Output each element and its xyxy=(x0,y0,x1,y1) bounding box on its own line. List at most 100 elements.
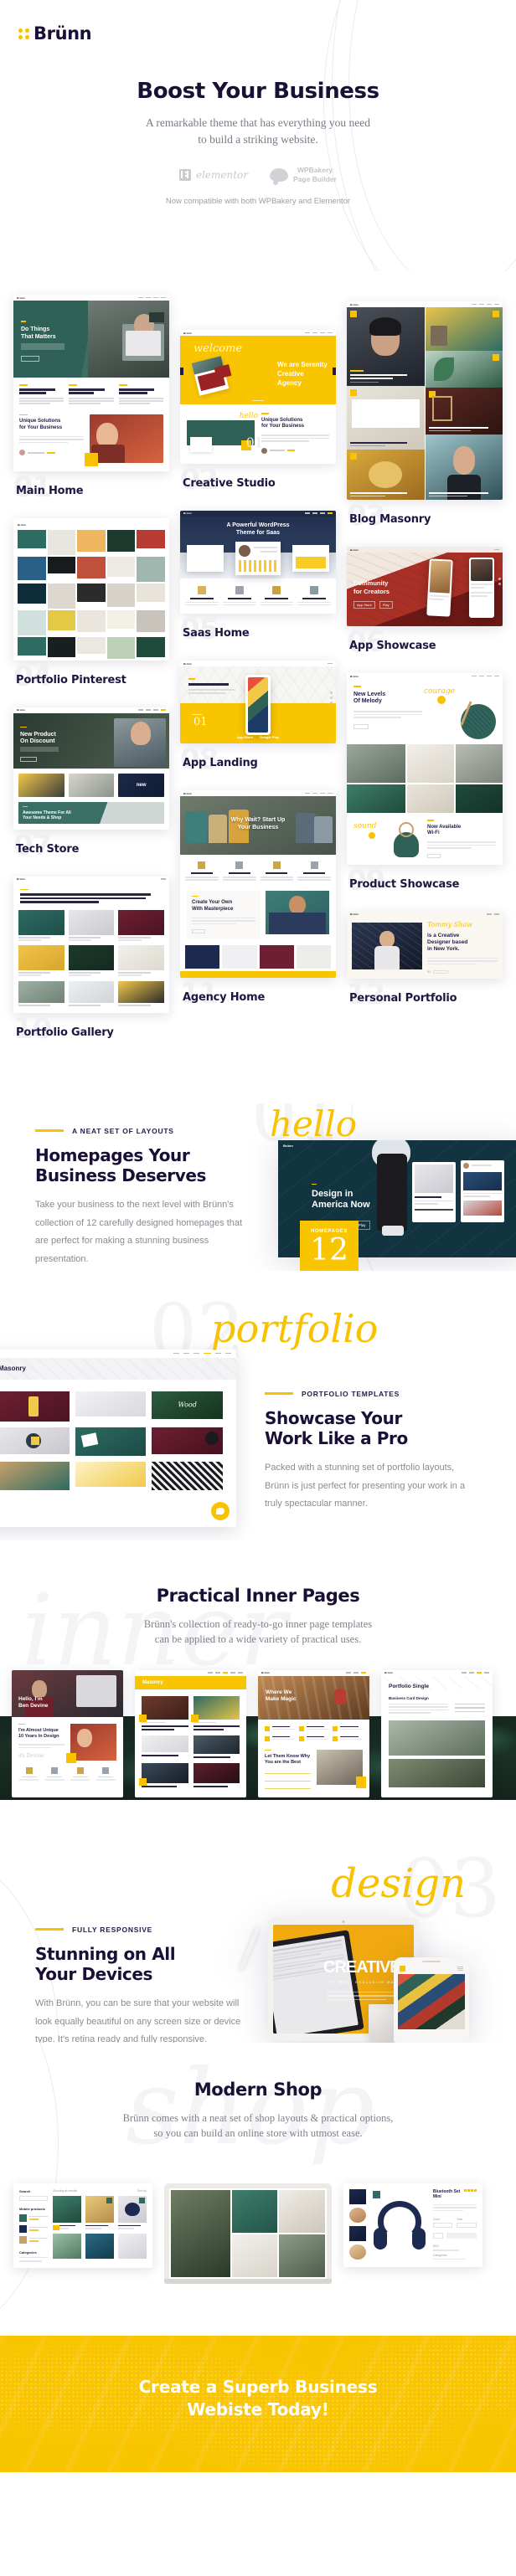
eyebrow-text: A NEAT SET OF LAYOUTS xyxy=(72,1126,174,1135)
demo-thumbnail[interactable]: Brünn xyxy=(13,876,169,1013)
feature-title: Showcase Your Work Like a Pro xyxy=(265,1407,408,1448)
feature-eyebrow: FULLY RESPONSIVE xyxy=(35,1926,253,1934)
demo-thumbnail[interactable]: Brünn New Levels Of Melody courage sound… xyxy=(347,673,503,865)
chat-button[interactable] xyxy=(211,1501,230,1520)
mini-browser-bar xyxy=(135,1669,246,1676)
demo-card[interactable]: Brünn Do Things That Matters Unique Solu… xyxy=(13,295,169,506)
demo-card[interactable]: Brünn xyxy=(347,301,503,535)
brand-logo[interactable]: Brünn xyxy=(18,23,516,44)
badge-value: 12 xyxy=(310,1232,348,1267)
shop-laptop-mockup[interactable] xyxy=(164,2183,332,2284)
homepages-badge: HOMEPAGES 12 xyxy=(300,1220,359,1271)
feature-body: With Brünn, you can be sure that your we… xyxy=(35,1998,241,2043)
phone-mockup[interactable] xyxy=(394,1956,469,2043)
demo-label: Main Home xyxy=(16,484,84,497)
coffee-cup xyxy=(369,2003,397,2043)
demo-label: Tech Store xyxy=(16,842,80,856)
feature-script: hello xyxy=(270,1103,358,1144)
tablet-headline: CREATIVE xyxy=(323,1957,401,1977)
demo-card[interactable]: Brünn A Powerful WordPress Theme for Saa… xyxy=(180,510,336,650)
feature-text-block: FULLY RESPONSIVE Stunning on All Your De… xyxy=(35,1926,253,2043)
mini-browser-bar: Brünn xyxy=(180,510,336,517)
shot-headline: Do Things That Matters xyxy=(21,326,56,340)
feature-eyebrow: A NEAT SET OF LAYOUTS xyxy=(35,1127,245,1135)
demo-thumbnail[interactable]: Brünn xyxy=(347,301,503,500)
demo-label: Product Showcase xyxy=(349,877,460,891)
mini-browser-bar: Brünn xyxy=(381,1669,493,1676)
demo-label: Personal Portfolio xyxy=(349,992,457,1005)
shop-thumbnail[interactable]: Search Mobile products Categories Showin… xyxy=(13,2183,152,2268)
hero: Boost Your Business A remarkable theme t… xyxy=(0,44,516,206)
demo-label: App Landing xyxy=(183,757,258,770)
demo-label: Agency Home xyxy=(183,991,266,1005)
demo-card[interactable]: Brünn Tommy Shaw is a Creative Designer … xyxy=(347,911,503,1015)
demo-card[interactable]: Brünn xyxy=(13,876,169,1048)
demo-thumbnail[interactable]: Brünn Community for Creators App Store P… xyxy=(347,547,503,626)
feature-body: Take your business to the next level wit… xyxy=(35,1200,243,1264)
demo-thumbnail[interactable]: Brünn Why Wait? Start Up Your Business C… xyxy=(180,790,336,979)
demo-thumbnail[interactable]: Brünn New Product On Discount new Awesom… xyxy=(13,707,169,830)
demo-label: Portfolio Pinterest xyxy=(16,673,126,686)
inner-page-thumbnail[interactable]: Masonry xyxy=(135,1669,246,1798)
demo-card[interactable]: Brünn Why Wait? Start Up Your Business C… xyxy=(180,790,336,1013)
compatibility-note: Now compatible with both WPBakery and El… xyxy=(165,197,351,207)
mini-browser-bar: Brünn xyxy=(347,911,503,918)
shop-shots: Search Mobile products Categories Showin… xyxy=(13,2183,482,2284)
eyebrow-rule xyxy=(35,1129,64,1132)
eyebrow-text: FULLY RESPONSIVE xyxy=(72,1925,153,1934)
demo-label: Saas Home xyxy=(183,627,250,640)
feature-title: Homepages Your Business Deserves xyxy=(35,1144,207,1185)
demo-thumbnail[interactable]: Brünn xyxy=(13,517,169,661)
demo-card[interactable]: Brünn New Levels Of Melody courage sound… xyxy=(347,673,503,900)
dots-grid-icon xyxy=(18,28,29,39)
demo-label: Blog Masonry xyxy=(349,513,431,526)
demo-label: App Showcase xyxy=(349,640,436,652)
demo-card[interactable]: Brünn welcome We are Serenity Creative A… xyxy=(180,330,336,499)
feature-index: 03 xyxy=(398,1841,501,1936)
page-builder-badges: elementor WPBakery Page Builder xyxy=(0,166,516,185)
inner-page-thumbnail[interactable]: Brünn Portfolio Single Business Card Des… xyxy=(381,1669,493,1798)
demo-card[interactable]: Brünn 01 App Store Google Play 08 App La… xyxy=(180,661,336,779)
inner-page-thumbnail[interactable]: Brünn Where We Make Magic Let Them Know … xyxy=(258,1669,369,1798)
feature-responsive: 03 design FULLY RESPONSIVE Stunning on A… xyxy=(0,1800,516,2043)
feature-script: portfolio xyxy=(211,1305,379,1351)
elementor-badge: elementor xyxy=(178,168,249,181)
mini-browser-bar: Brünn xyxy=(258,1669,369,1676)
eyebrow-rule xyxy=(35,1928,64,1931)
top-bar: Brünn xyxy=(0,0,516,44)
inner-page-thumbnail[interactable]: Hello, I'm Ben Devine I'm Almost Unique … xyxy=(12,1669,123,1798)
demo-thumbnail[interactable]: Brünn 01 App Store Google Play xyxy=(180,661,336,744)
demo-thumbnail[interactable]: Brünn welcome We are Serenity Creative A… xyxy=(180,330,336,464)
shop-section: shop Modern Shop Brünn comes with a neat… xyxy=(0,2042,516,2336)
elementor-label: elementor xyxy=(195,168,249,181)
demo-thumbnail[interactable]: Brünn A Powerful WordPress Theme for Saa… xyxy=(180,510,336,614)
shop-thumbnail[interactable]: Bluetooth Set Mini Color Size SKU Catego… xyxy=(343,2183,482,2267)
demo-thumbnail[interactable]: Brünn Tommy Shaw is a Creative Designer … xyxy=(347,911,503,979)
wpbakery-icon xyxy=(270,167,289,185)
inner-pages-header: Practical Inner Pages Brünn's collection… xyxy=(0,1540,516,1648)
demos-column-left: Brünn Do Things That Matters Unique Solu… xyxy=(13,295,169,1060)
demo-card[interactable]: Brünn New Product On Discount new Awesom… xyxy=(13,707,169,865)
demo-card[interactable]: Brünn Community for Creators App Store P… xyxy=(347,547,503,661)
brand-name: Brünn xyxy=(34,23,92,44)
cta-banner: Create a Superb Business Webiste Today! xyxy=(0,2335,516,2472)
section-title: Practical Inner Pages xyxy=(156,1585,360,1606)
hero-subtitle: A remarkable theme that has everything y… xyxy=(145,116,371,146)
inner-pages-shots: Hello, I'm Ben Devine I'm Almost Unique … xyxy=(12,1669,493,1798)
feature-shot[interactable]: Brünn Masonry Wood xyxy=(0,1349,236,1527)
eyebrow-text: PORTFOLIO TEMPLATES xyxy=(302,1389,400,1398)
shot-script: sound xyxy=(353,821,377,830)
feature-text-block: PORTFOLIO TEMPLATES Showcase Your Work L… xyxy=(265,1390,479,1514)
shot-script: Tommy Shaw xyxy=(427,920,473,928)
wpbakery-label-line2: Page Builder xyxy=(293,174,337,183)
elementor-icon xyxy=(178,168,191,181)
feature-homepages: 01 hello A NEAT SET OF LAYOUTS Homepages… xyxy=(0,1103,516,1271)
demo-card[interactable]: Brünn 04 Portfolio Pinterest xyxy=(13,517,169,696)
feature-text-block: A NEAT SET OF LAYOUTS Homepages Your Bus… xyxy=(35,1127,245,1269)
feature-script: design xyxy=(331,1859,466,1907)
demo-thumbnail[interactable]: Brünn Do Things That Matters Unique Solu… xyxy=(13,295,169,471)
mini-browser-bar: Brünn xyxy=(180,661,336,667)
feature-title: Stunning on All Your Devices xyxy=(35,1943,176,1984)
feature-body: Packed with a stunning set of portfolio … xyxy=(265,1463,466,1509)
section-subtitle: Brünn's collection of ready-to-go inner … xyxy=(143,1617,373,1646)
